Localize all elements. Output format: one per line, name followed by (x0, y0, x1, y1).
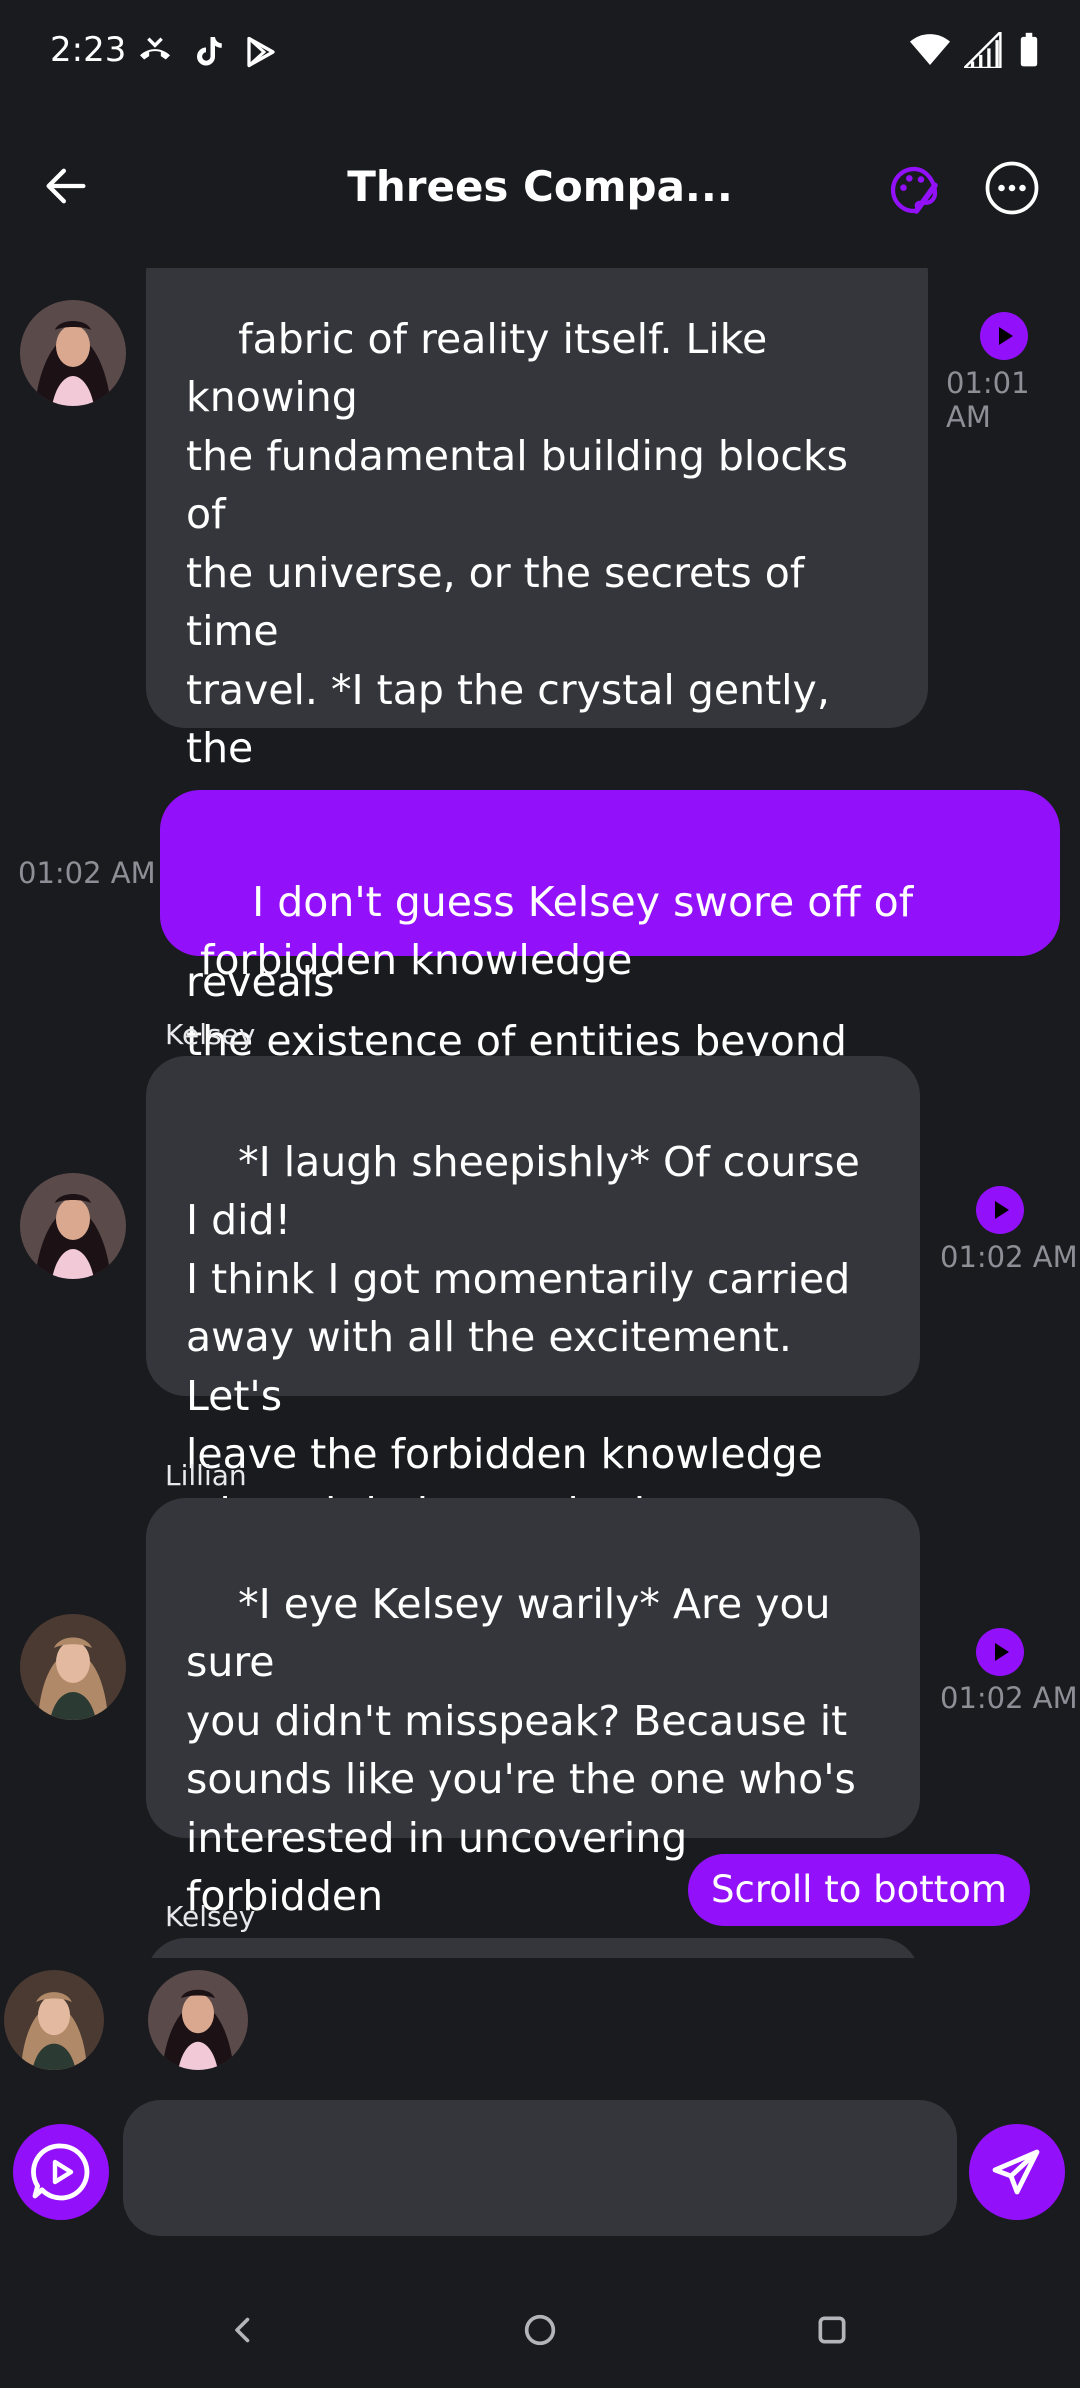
message-bubble: *I eye Kelsey warily* Are you sure you d… (146, 1498, 920, 1958)
send-icon (992, 2149, 1040, 2195)
message-bubble: *I laugh sheepishly* Of course I did! I … (146, 1056, 920, 1595)
participant-avatar-kelsey[interactable] (148, 1970, 248, 2070)
tiktok-icon (197, 37, 222, 66)
status-app-icons (135, 32, 279, 72)
message-text: I don't guess Kelsey swore off of forbid… (200, 877, 914, 985)
play-icon[interactable] (976, 1186, 1024, 1234)
message-time: 01:02 AM (940, 1240, 1078, 1274)
play-icon[interactable] (980, 312, 1028, 360)
scroll-to-bottom-button[interactable]: Scroll to bottom (688, 1854, 1030, 1926)
sender-name: Kelsey (165, 1900, 256, 1933)
message-text: fabric of reality itself. Like knowing t… (186, 314, 849, 1124)
message-list[interactable]: fabric of reality itself. Like knowing t… (0, 268, 1080, 1958)
send-button[interactable] (969, 2124, 1065, 2220)
nav-recents-icon[interactable] (812, 2310, 852, 2350)
missed-call-icon (140, 37, 170, 60)
battery-icon (1020, 32, 1038, 67)
voice-chat-icon (31, 2143, 90, 2201)
nav-home-icon[interactable] (520, 2310, 560, 2350)
avatar-kelsey[interactable] (20, 300, 126, 406)
sender-name: Kelsey (165, 1018, 256, 1051)
nav-back-icon[interactable] (225, 2310, 261, 2350)
avatar-lillian[interactable] (20, 1614, 126, 1720)
voice-chat-button[interactable] (13, 2124, 109, 2220)
user-message-bubble: I don't guess Kelsey swore off of forbid… (160, 790, 1060, 984)
status-time: 2:23 (50, 30, 127, 70)
sender-name: Lillian (165, 1459, 247, 1492)
message-bubble: fabric of reality itself. Like knowing t… (146, 268, 928, 1123)
message-bubble (146, 1938, 920, 1958)
status-system-icons (910, 32, 1040, 68)
message-time: 01:02 AM (940, 1681, 1078, 1715)
palette-icon[interactable] (886, 162, 942, 218)
play-store-icon (247, 36, 275, 68)
message-time: 01:02 AM (18, 856, 156, 890)
more-options-icon[interactable] (984, 160, 1040, 216)
message-input[interactable] (123, 2100, 957, 2236)
message-time: 01:01 AM (946, 366, 1030, 434)
signal-icon (964, 32, 1002, 68)
play-icon[interactable] (976, 1628, 1024, 1676)
wifi-icon (910, 34, 950, 65)
avatar-kelsey[interactable] (20, 1173, 126, 1279)
participant-avatar-lillian[interactable] (4, 1970, 104, 2070)
